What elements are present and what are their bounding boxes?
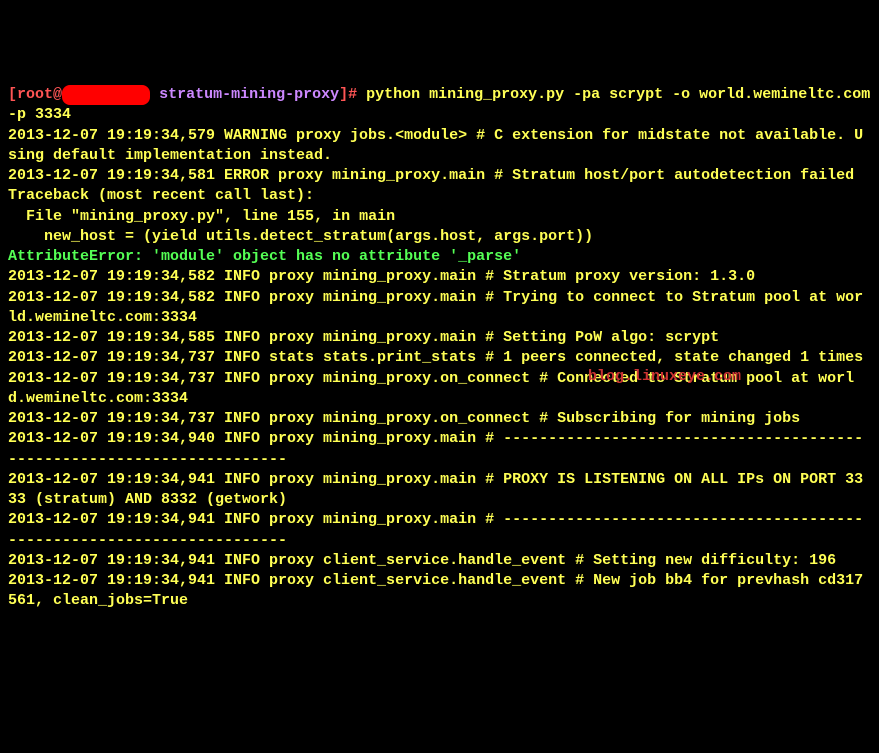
log-line-traceback-header: Traceback (most recent call last): xyxy=(8,187,314,204)
log-line-info-connected: 2013-12-07 19:19:34,737 INFO proxy minin… xyxy=(8,370,854,407)
prompt-space xyxy=(150,86,159,103)
prompt-directory: stratum-mining-proxy xyxy=(159,86,339,103)
log-line-info-divider2: 2013-12-07 19:19:34,941 INFO proxy minin… xyxy=(8,511,863,548)
log-line-attribute-error: AttributeError: 'module' object has no a… xyxy=(8,248,521,265)
log-line-info-subscribing: 2013-12-07 19:19:34,737 INFO proxy minin… xyxy=(8,410,800,427)
log-line-info-stats: 2013-12-07 19:19:34,737 INFO stats stats… xyxy=(8,349,863,366)
log-line-info-listening: 2013-12-07 19:19:34,941 INFO proxy minin… xyxy=(8,471,863,508)
log-line-info-connect: 2013-12-07 19:19:34,582 INFO proxy minin… xyxy=(8,289,863,326)
log-line-info-newjob: 2013-12-07 19:19:34,941 INFO proxy clien… xyxy=(8,572,863,609)
log-line-traceback-file: File "mining_proxy.py", line 155, in mai… xyxy=(8,208,395,225)
prompt-symbol: ]# xyxy=(339,86,366,103)
log-line-warning: 2013-12-07 19:19:34,579 WARNING proxy jo… xyxy=(8,127,863,164)
prompt-user: root xyxy=(17,86,53,103)
log-line-info-pow: 2013-12-07 19:19:34,585 INFO proxy minin… xyxy=(8,329,719,346)
terminal-window[interactable]: [root@ stratum-mining-proxy]# python min… xyxy=(8,85,871,612)
log-line-info-difficulty: 2013-12-07 19:19:34,941 INFO proxy clien… xyxy=(8,552,836,569)
log-line-info-divider1: 2013-12-07 19:19:34,940 INFO proxy minin… xyxy=(8,430,863,467)
prompt-open-bracket: [ xyxy=(8,86,17,103)
prompt-host-redacted xyxy=(62,85,150,105)
prompt-at: @ xyxy=(53,86,62,103)
log-line-info-version: 2013-12-07 19:19:34,582 INFO proxy minin… xyxy=(8,268,755,285)
log-line-traceback-code: new_host = (yield utils.detect_stratum(a… xyxy=(8,228,593,245)
log-line-error: 2013-12-07 19:19:34,581 ERROR proxy mini… xyxy=(8,167,854,184)
